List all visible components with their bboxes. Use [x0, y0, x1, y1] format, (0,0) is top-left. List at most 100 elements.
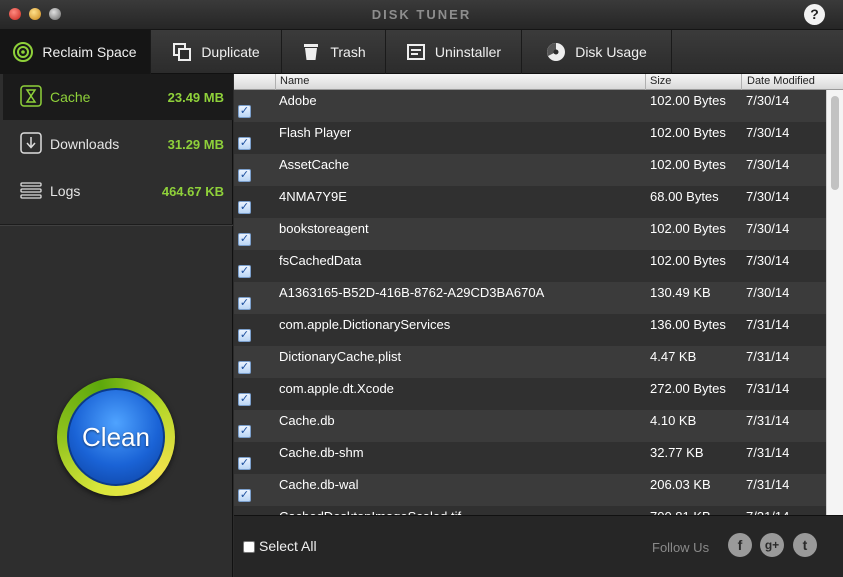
file-name: Adobe: [279, 93, 317, 108]
tab-label: Duplicate: [201, 44, 260, 60]
file-date: 7/30/14: [746, 221, 790, 236]
row-checkbox[interactable]: ✓: [238, 361, 251, 374]
file-size: 32.77 KB: [650, 445, 704, 460]
row-checkbox[interactable]: ✓: [238, 265, 251, 278]
sidebar-item-label: Cache: [50, 89, 91, 105]
google-plus-icon[interactable]: g+: [760, 533, 784, 557]
facebook-icon[interactable]: f: [728, 533, 752, 557]
tab-label: Reclaim Space: [42, 44, 137, 60]
file-name: Cache.db-wal: [279, 477, 359, 492]
clean-button[interactable]: Clean: [67, 388, 165, 486]
tab-reclaim-space[interactable]: Reclaim Space: [0, 30, 151, 74]
sidebar-item-cache[interactable]: Cache 23.49 MB: [3, 74, 233, 120]
file-size: 4.47 KB: [650, 349, 697, 364]
file-name: Flash Player: [279, 125, 352, 140]
sidebar-item-logs[interactable]: Logs 464.67 KB: [3, 168, 233, 214]
file-size: 272.00 Bytes: [650, 381, 726, 396]
row-checkbox[interactable]: ✓: [238, 393, 251, 406]
row-checkbox[interactable]: ✓: [238, 137, 251, 150]
row-checkbox[interactable]: ✓: [238, 457, 251, 470]
file-date: 7/31/14: [746, 413, 790, 428]
row-checkbox[interactable]: ✓: [238, 425, 251, 438]
file-date: 7/31/14: [746, 477, 790, 492]
file-name: AssetCache: [279, 157, 350, 172]
table-row[interactable]: ✓ Cache.db-shm 32.77 KB 7/31/14: [234, 442, 826, 474]
row-checkbox[interactable]: ✓: [238, 329, 251, 342]
sidebar: Cache 23.49 MB Downloads 31.29 MB Logs 4…: [0, 74, 233, 577]
table-row[interactable]: ✓ fsCachedData 102.00 Bytes 7/30/14: [234, 250, 826, 282]
sidebar-item-downloads[interactable]: Downloads 31.29 MB: [3, 121, 233, 167]
file-size: 102.00 Bytes: [650, 157, 726, 172]
row-checkbox[interactable]: ✓: [238, 233, 251, 246]
tab-disk-usage[interactable]: Disk Usage: [522, 30, 672, 74]
tab-uninstaller[interactable]: Uninstaller: [386, 30, 522, 74]
table-row[interactable]: ✓ 4NMA7Y9E 68.00 Bytes 7/30/14: [234, 186, 826, 218]
uninstaller-icon: [406, 42, 426, 62]
table-row[interactable]: ✓ bookstoreagent 102.00 Bytes 7/30/14: [234, 218, 826, 250]
table-row[interactable]: ✓ DictionaryCache.plist 4.47 KB 7/31/14: [234, 346, 826, 378]
column-size[interactable]: Size: [650, 75, 671, 87]
file-name: Cache.db: [279, 413, 335, 428]
tab-trash[interactable]: Trash: [282, 30, 386, 74]
follow-us-label: Follow Us: [652, 540, 710, 555]
file-name: Cache.db-shm: [279, 445, 364, 460]
row-checkbox[interactable]: ✓: [238, 169, 251, 182]
row-checkbox[interactable]: ✓: [238, 105, 251, 118]
file-size: 136.00 Bytes: [650, 317, 726, 332]
file-name: DictionaryCache.plist: [279, 349, 402, 364]
sidebar-divider: [0, 224, 233, 226]
table-row[interactable]: ✓ com.apple.dt.Xcode 272.00 Bytes 7/31/14: [234, 378, 826, 410]
disk-usage-icon: [546, 42, 566, 62]
table-row[interactable]: ✓ Cache.db-wal 206.03 KB 7/31/14: [234, 474, 826, 506]
file-date: 7/31/14: [746, 349, 790, 364]
row-checkbox[interactable]: ✓: [238, 489, 251, 502]
file-date: 7/30/14: [746, 189, 790, 204]
column-date-modified[interactable]: Date Modified: [747, 75, 815, 87]
table-row[interactable]: ✓CachedDesktopImageScaled.tif700.81 KB7/…: [234, 506, 826, 515]
file-size: 68.00 Bytes: [650, 189, 719, 204]
file-name: bookstoreagent: [279, 221, 369, 236]
logs-icon: [20, 179, 42, 201]
sidebar-item-size: 23.49 MB: [167, 89, 224, 105]
file-date: 7/30/14: [746, 253, 790, 268]
file-size: 206.03 KB: [650, 477, 711, 492]
file-rows: ✓ Adobe 102.00 Bytes 7/30/14 ✓ Flash Player 10…: [234, 90, 826, 515]
download-icon: [20, 132, 42, 154]
file-date: 7/30/14: [746, 285, 790, 300]
table-row[interactable]: ✓ com.apple.DictionaryServices 136.00 Byte…: [234, 314, 826, 346]
file-name: 4NMA7Y9E: [279, 189, 347, 204]
select-all-checkbox[interactable]: [243, 541, 255, 553]
scrollbar-thumb[interactable]: [831, 96, 839, 190]
table-row[interactable]: ✓ Adobe 102.00 Bytes 7/30/14: [234, 90, 826, 122]
file-date: 7/30/14: [746, 125, 790, 140]
row-checkbox[interactable]: ✓: [238, 201, 251, 214]
file-name: com.apple.dt.Xcode: [279, 381, 394, 396]
file-size: 102.00 Bytes: [650, 93, 726, 108]
tab-label: Disk Usage: [575, 44, 647, 60]
help-button[interactable]: ?: [804, 4, 825, 25]
file-date: 7/31/14: [746, 317, 790, 332]
reclaim-icon: [13, 42, 34, 62]
tab-duplicate[interactable]: Duplicate: [151, 30, 282, 74]
file-name: A1363165-B52D-416B-8762-A29CD3BA670A: [279, 285, 545, 300]
file-date: 7/31/14: [746, 381, 790, 396]
bottom-bar: Select All Follow Us f g+ t: [234, 515, 843, 577]
table-row[interactable]: ✓ A1363165-B52D-416B-8762-A29CD3BA670A 130…: [234, 282, 826, 314]
trash-icon: [301, 42, 321, 62]
table-row[interactable]: ✓ AssetCache 102.00 Bytes 7/30/14: [234, 154, 826, 186]
scrollbar[interactable]: [826, 90, 843, 515]
window-title: DISK TUNER: [371, 7, 472, 22]
sidebar-item-size: 31.29 MB: [167, 136, 224, 152]
table-row[interactable]: ✓ Cache.db 4.10 KB 7/31/14: [234, 410, 826, 442]
column-name[interactable]: Name: [280, 75, 309, 87]
file-size: 102.00 Bytes: [650, 253, 726, 268]
sidebar-item-label: Downloads: [50, 136, 120, 152]
twitter-icon[interactable]: t: [793, 533, 817, 557]
file-list: Name Size Date Modified ✓ Adobe 102.00 Byt…: [234, 74, 843, 515]
sidebar-item-size: 464.67 KB: [161, 183, 224, 199]
select-all-label[interactable]: Select All: [259, 538, 317, 554]
clean-button-ring: Clean: [57, 378, 175, 496]
file-size: 4.10 KB: [650, 413, 697, 428]
row-checkbox[interactable]: ✓: [238, 297, 251, 310]
table-row[interactable]: ✓ Flash Player 102.00 Bytes 7/30/14: [234, 122, 826, 154]
